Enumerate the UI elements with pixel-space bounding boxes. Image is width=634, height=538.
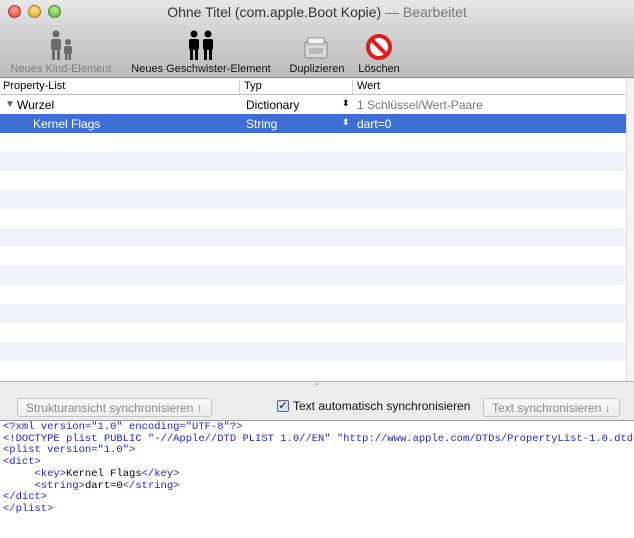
new-sibling-button[interactable]: Neues Geschwister-Element (124, 26, 278, 75)
split-view-divider[interactable]: ⌃ (0, 381, 634, 393)
delete-label: Löschen (358, 63, 400, 75)
window-title: Ohne Titel (com.apple.Boot Kopie) — Bear… (0, 4, 634, 20)
duplicate-label: Duplizieren (289, 63, 345, 75)
new-sibling-icon (124, 26, 278, 60)
edited-status: — Bearbeitet (385, 4, 467, 20)
table-header: Property-List Typ Wert (0, 79, 626, 95)
document-name: Ohne Titel (com.apple.Boot Kopie) (167, 4, 382, 20)
empty-row (0, 152, 626, 171)
xml-text: Kernel Flags (66, 467, 142, 480)
xml-tag: <key> (34, 467, 67, 480)
delete-button[interactable]: Löschen (354, 26, 404, 75)
code-line: <plist version="1.0"> (3, 444, 136, 457)
type-stepper-icon[interactable]: ⬍ (342, 98, 350, 109)
column-header-property-list[interactable]: Property-List (0, 80, 240, 94)
type-stepper-icon[interactable]: ⬍ (342, 117, 350, 128)
code-line: </dict> (3, 491, 48, 504)
new-child-button[interactable]: Neues Kind-Element (4, 26, 118, 75)
column-header-type[interactable]: Typ (241, 80, 353, 94)
row-value[interactable]: dart=0 (357, 117, 391, 131)
disclosure-triangle-icon[interactable]: ▼ (5, 99, 15, 110)
row-value: 1 Schlüssel/Wert-Paare (357, 98, 483, 112)
new-sibling-label: Neues Geschwister-Element (131, 63, 271, 75)
column-header-value[interactable]: Wert (354, 80, 626, 94)
empty-row (0, 285, 626, 304)
checkmark-icon[interactable]: ✓ (277, 400, 289, 412)
empty-row (0, 133, 626, 152)
empty-row (0, 342, 626, 361)
empty-row (0, 361, 626, 380)
row-type[interactable]: Dictionary (246, 98, 299, 112)
xml-tag: </string> (122, 479, 180, 492)
empty-row (0, 228, 626, 247)
empty-row (0, 323, 626, 342)
divider-grip-icon: ⌃ (313, 382, 321, 391)
auto-sync-checkbox[interactable]: ✓ Text automatisch synchronisieren (277, 399, 470, 413)
property-list-table: ▼ Wurzel Dictionary ⬍ 1 Schlüssel/Wert-P… (0, 95, 626, 381)
new-child-icon (4, 26, 118, 60)
xml-text-editor[interactable]: <?xml version="1.0" encoding="UTF-8"?> <!… (0, 420, 634, 538)
sync-structure-button[interactable]: Strukturansicht synchronisieren ↑ (17, 398, 212, 417)
empty-row (0, 247, 626, 266)
copier-icon (284, 26, 350, 60)
xml-text: dart=0 (84, 479, 123, 492)
empty-row (0, 266, 626, 285)
code-line: <?xml version="1.0" encoding="UTF-8"?> (3, 421, 243, 433)
row-key[interactable]: Kernel Flags (33, 117, 100, 131)
duplicate-button[interactable]: Duplizieren (284, 26, 350, 75)
xml-tag: <string> (34, 479, 85, 492)
auto-sync-label: Text automatisch synchronisieren (293, 399, 471, 413)
empty-row (0, 209, 626, 228)
table-row-selected[interactable]: Kernel Flags String ⬍ dart=0 (0, 114, 626, 133)
empty-row (0, 190, 626, 209)
empty-row (0, 171, 626, 190)
table-row[interactable]: ▼ Wurzel Dictionary ⬍ 1 Schlüssel/Wert-P… (0, 95, 626, 114)
code-line: </plist> (3, 502, 54, 515)
new-child-label: Neues Kind-Element (10, 63, 112, 75)
row-key: Wurzel (17, 98, 55, 112)
row-type[interactable]: String (246, 117, 277, 131)
delete-icon (354, 26, 404, 60)
title-bar: Ohne Titel (com.apple.Boot Kopie) — Bear… (0, 0, 634, 78)
xml-tag: </key> (141, 467, 180, 480)
sync-text-button[interactable]: Text synchronisieren ↓ (483, 398, 620, 417)
empty-row (0, 304, 626, 323)
code-line: <string>dart=0</string> (3, 479, 631, 493)
vertical-scrollbar[interactable] (626, 79, 634, 381)
